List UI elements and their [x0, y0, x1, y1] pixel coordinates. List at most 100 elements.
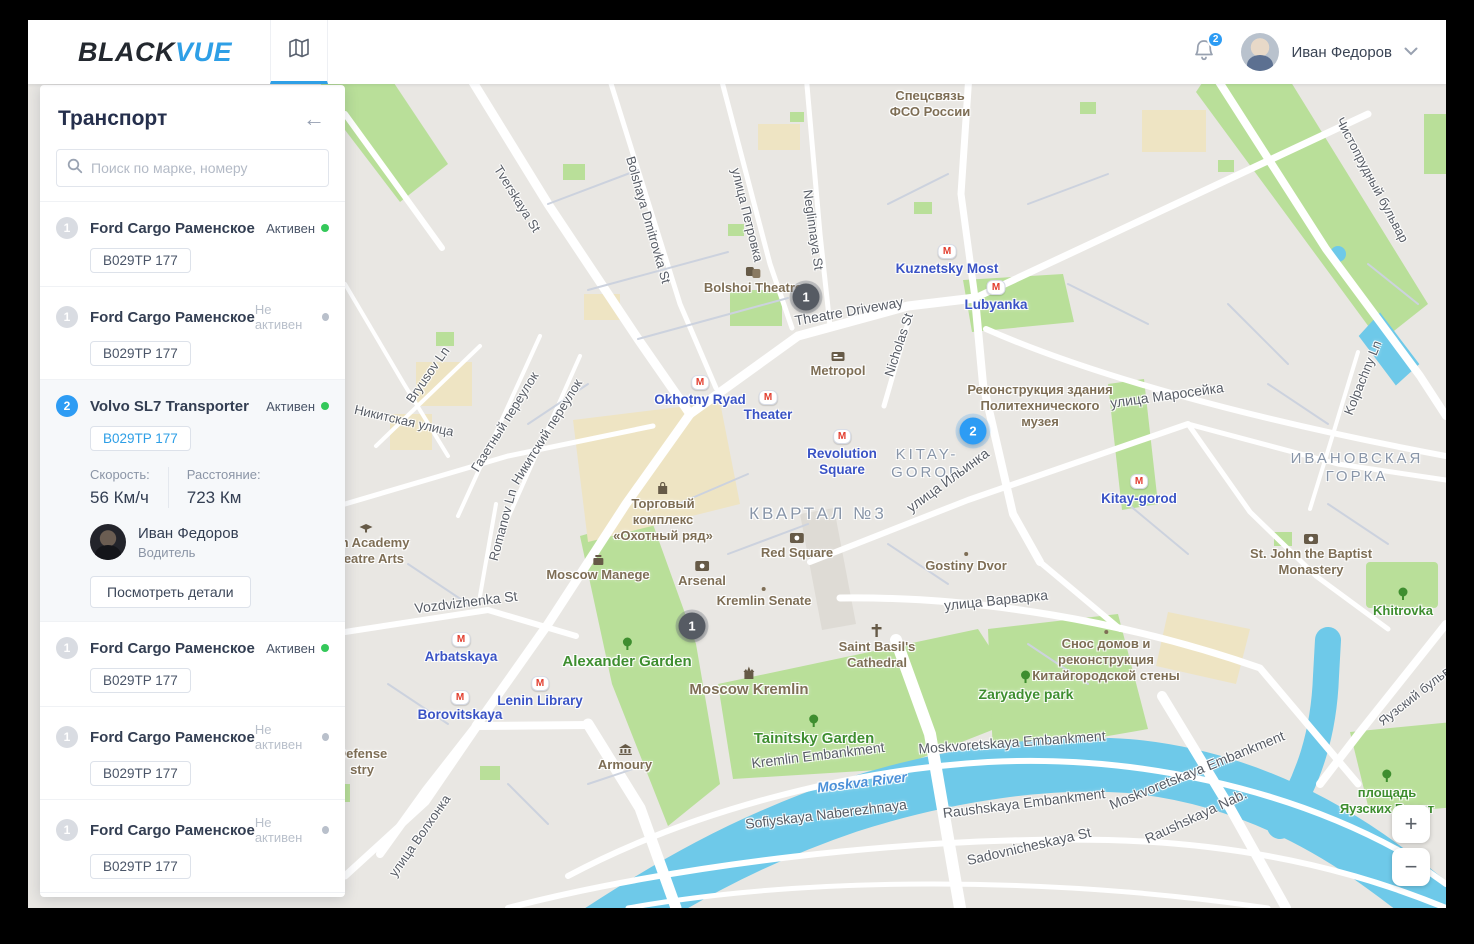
zoom-in-button[interactable]: + [1392, 805, 1430, 843]
map-label: Raushskaya Embankment [941, 785, 1107, 821]
metro-icon: M [497, 676, 583, 691]
camera-icon [678, 561, 726, 571]
metro-icon: M [425, 632, 498, 647]
map-label: M Theater [743, 390, 793, 422]
tree-icon [979, 670, 1074, 684]
map-label: улица Петровка [728, 166, 767, 264]
view-details-button[interactable]: Посмотреть детали [90, 576, 251, 608]
map-label: Armoury [598, 744, 652, 773]
vehicle-list-item-selected[interactable]: 2 Volvo SL7 Transporter Активен B029TP 1… [40, 380, 345, 622]
map-label: Kolpachny Ln [1340, 338, 1385, 418]
map-label: улица Варварка [943, 586, 1049, 614]
map-label: Metropol [811, 352, 866, 379]
map-label: Nicholas St [881, 311, 916, 379]
metro-icon: M [964, 280, 1027, 295]
vehicle-plate: B029TP 177 [90, 854, 191, 879]
map-label: улица Маросейка [1109, 379, 1225, 411]
status-badge: Не активен [255, 302, 329, 332]
user-name: Иван Федоров [1291, 43, 1392, 61]
vehicle-name: Volvo SL7 Transporter [90, 397, 249, 415]
vehicle-list-item[interactable]: 1 Ford Cargo Раменское Активен B029TP 17… [40, 202, 345, 287]
status-badge: Не активен [255, 722, 329, 752]
map-label: Red Square [761, 533, 833, 561]
chevron-down-icon[interactable] [1404, 43, 1418, 61]
tree-icon [562, 637, 691, 651]
vehicle-list-item[interactable]: 1 Ford Cargo Раменское Не активен B029TP… [40, 707, 345, 800]
map-label: Neglinnaya St [800, 188, 827, 271]
vehicle-name: Ford Cargo Раменское [90, 308, 255, 326]
map-marker[interactable]: 1 [792, 283, 820, 311]
status-badge: Активен [266, 221, 329, 236]
user-avatar[interactable] [1241, 33, 1280, 71]
vehicles-sidebar: Транспорт ← 1 Ford Cargo Раменское Актив… [40, 85, 345, 897]
map-icon [288, 37, 310, 64]
metro-icon: M [807, 429, 877, 444]
vehicle-list-item[interactable]: 1 Ford Cargo Раменское Не активен B029TP… [40, 800, 345, 893]
metro-icon: M [418, 690, 503, 705]
map-label: Zaryadye park [979, 670, 1074, 703]
map-label: Bolshoi Theatre [704, 267, 802, 296]
map-label: Tverskaya St [490, 162, 544, 235]
driver-avatar [90, 524, 126, 560]
kremlin-icon [689, 666, 808, 679]
map-label: Реконструкция здания Политехнического музе… [967, 382, 1113, 429]
collapse-sidebar-button[interactable]: ← [299, 107, 329, 131]
map-label: улица Волхонка [385, 791, 454, 880]
map-label: M Lubyanka [964, 280, 1028, 312]
map-label: Saint Basil's Cathedral [839, 624, 916, 671]
vehicle-list-item[interactable]: 1 Ford Cargo Раменское Активен B029TP 17… [40, 893, 345, 897]
zoom-out-button[interactable]: − [1392, 848, 1430, 886]
map-label: Никитская улица [352, 401, 456, 440]
manege-icon [546, 555, 649, 565]
dot-icon [925, 552, 1007, 556]
map-label: St. John the Baptist Monastery [1250, 534, 1372, 578]
logo-vue: VUE [175, 36, 233, 67]
vehicle-badge: 2 [56, 395, 78, 417]
museum-icon [598, 744, 652, 755]
status-badge: Не активен [255, 815, 329, 845]
map-label: M Kuznetsky Most [895, 244, 999, 276]
map-marker[interactable]: 1 [678, 612, 706, 640]
vehicle-plate: B029TP 177 [90, 426, 191, 451]
map-label: Bryusov Ln [402, 343, 453, 406]
notifications-button[interactable]: 2 [1193, 30, 1225, 67]
map-label: M Okhotny Ryad [654, 375, 746, 407]
map-zoom-controls: + − [1392, 805, 1430, 886]
map-label: Спецсвязь ФСО России [889, 88, 971, 119]
vehicle-badge: 1 [56, 217, 78, 239]
vehicle-plate: B029TP 177 [90, 668, 191, 693]
search-box [56, 149, 329, 187]
vehicle-badge: 1 [56, 306, 78, 328]
logo-black: BLACK [78, 36, 175, 67]
vehicle-list-item[interactable]: 1 Ford Cargo Раменское Не активен B029TP… [40, 287, 345, 380]
map-label: Arsenal [678, 561, 726, 589]
map-label: Moskva River [816, 768, 908, 796]
map-marker[interactable]: 2 [959, 417, 987, 445]
hotel-icon [811, 352, 866, 361]
map-label: Vozdvizhenka St [413, 587, 519, 617]
camera-icon [1250, 534, 1372, 544]
metro-icon: M [744, 390, 793, 405]
tree-icon [1373, 587, 1433, 601]
map-label: ИВАНОВСКАЯ ГОРКА [1290, 450, 1424, 486]
vehicle-details: Скорость: 56 Км/ч Расстояние: 723 Км Ива… [90, 467, 329, 608]
map-label: Moscow Kremlin [689, 666, 809, 699]
map-label: M Revolution Square [807, 429, 877, 478]
vehicle-list-item[interactable]: 1 Ford Cargo Раменское Активен B029TP 17… [40, 622, 345, 707]
metro-icon: M [896, 244, 999, 259]
driver-name: Иван Федоров [138, 524, 239, 542]
search-input[interactable] [91, 160, 318, 176]
dot-icon [717, 587, 812, 591]
map-label: Чистопрудный бульвар [1332, 114, 1412, 245]
speed-value: 56 Км/ч [90, 488, 149, 507]
cross-icon [839, 624, 916, 637]
map-label: Moskvoretskaya Embankment [917, 727, 1107, 757]
map-label: M Lenin Library [497, 676, 583, 708]
map-label: Sofiyskaya Naberezhnaya [744, 796, 908, 832]
map-label: Moskvoretskaya Embankment [1106, 727, 1287, 813]
tree-icon [1340, 769, 1434, 783]
map-label: Торговый комплекс «Охотный ряд» [613, 482, 713, 544]
speed-label: Скорость: [90, 467, 150, 482]
tab-map[interactable] [270, 20, 329, 84]
map-label: Romanov Ln [485, 487, 520, 563]
